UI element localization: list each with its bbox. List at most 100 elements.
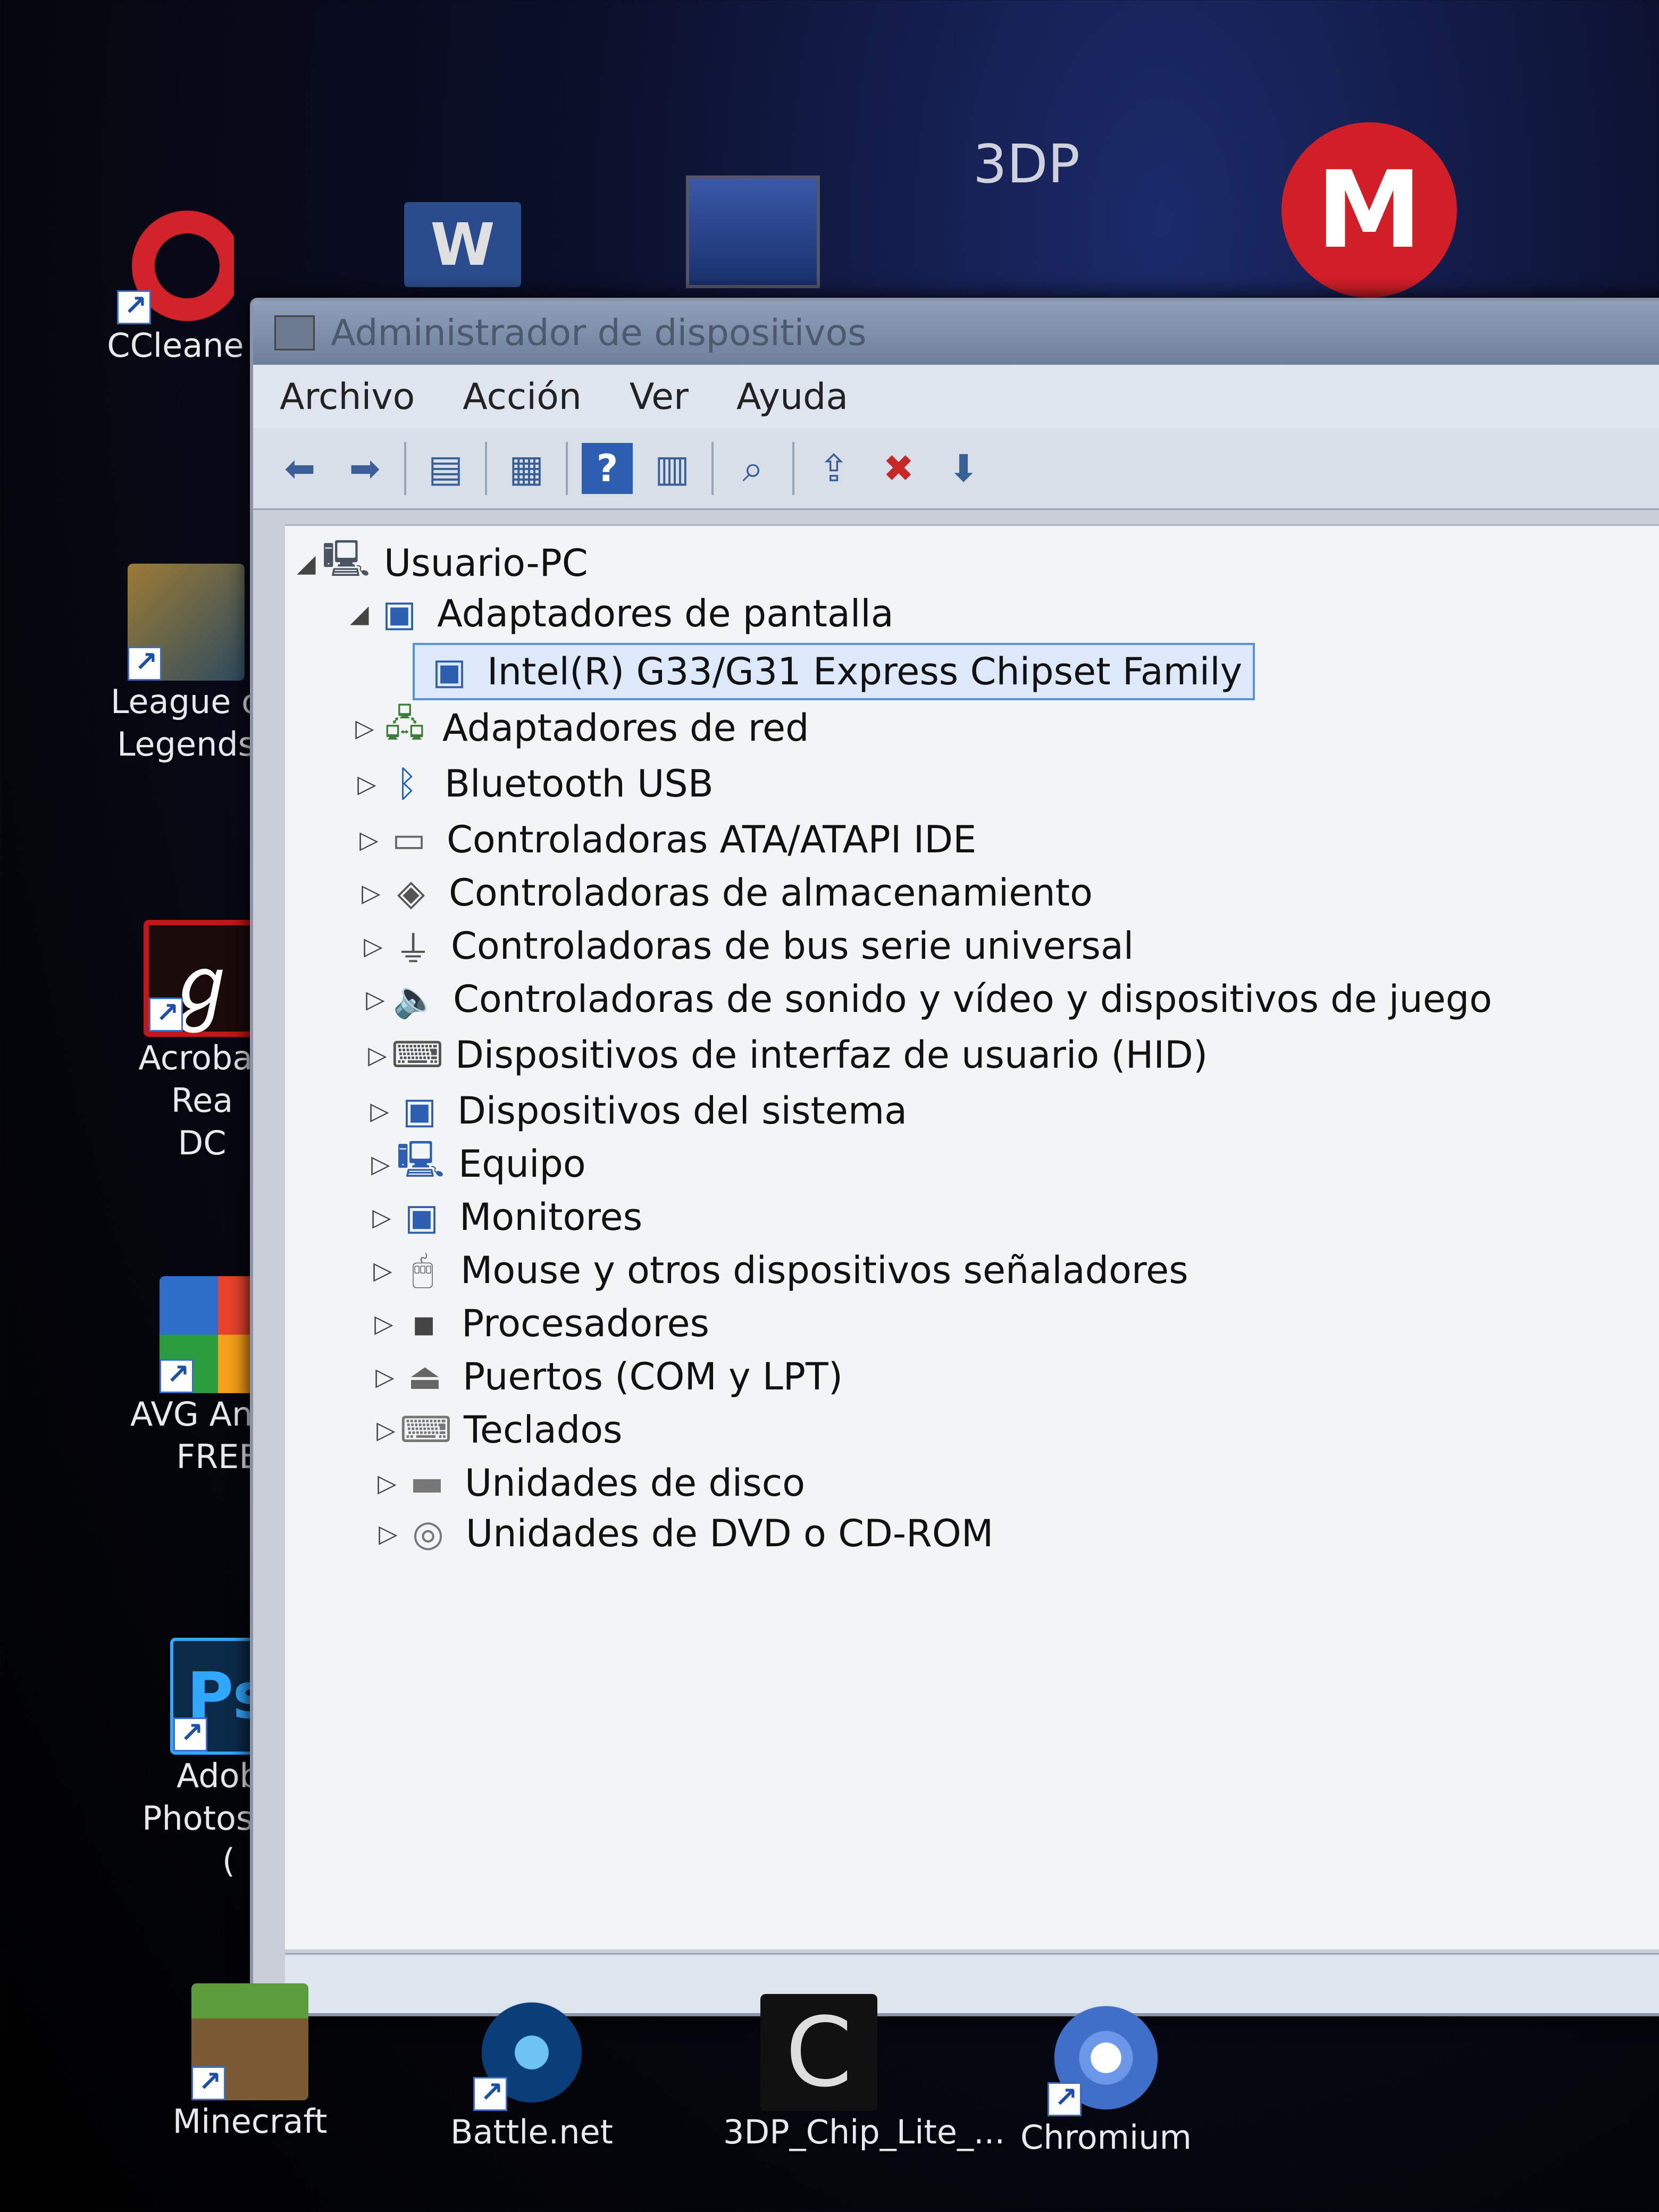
- tree-item-selected[interactable]: ▣ Intel(R) G33/G31 Express Chipset Famil…: [413, 643, 1255, 700]
- tree-item-label: Adaptadores de red: [442, 706, 809, 750]
- tree-item[interactable]: ▷ ▣ Dispositivos del sistema: [364, 1084, 907, 1137]
- device-manager-icon: [274, 315, 315, 350]
- forward-arrow-icon[interactable]: ➡: [339, 443, 390, 494]
- menu-ayuda[interactable]: Ayuda: [736, 376, 848, 418]
- toolbar-separator: [485, 442, 487, 495]
- desktop-icon-minecraft[interactable]: Minecraft: [154, 1983, 346, 2143]
- desktop-icon-battlenet[interactable]: Battle.net: [436, 1994, 627, 2154]
- menu-bar: Archivo Acción Ver Ayuda: [253, 365, 1659, 429]
- tree-item[interactable]: ▷ ⏏ Puertos (COM y LPT): [369, 1350, 843, 1403]
- tree-item-label: Intel(R) G33/G31 Express Chipset Family: [487, 650, 1243, 693]
- title-bar[interactable]: Administrador de dispositivos: [253, 301, 1659, 365]
- tree-item[interactable]: ▷ ▬ Unidades de disco: [371, 1456, 805, 1510]
- tree-item[interactable]: ▷ ⌨ Teclados: [370, 1403, 622, 1456]
- speaker-icon: 🔈: [392, 978, 438, 1020]
- expand-icon[interactable]: ▷: [366, 1203, 398, 1231]
- tree-item[interactable]: ▷ 🖱 Mouse y otros dispositivos señalador…: [367, 1244, 1188, 1297]
- expand-icon[interactable]: ▷: [355, 878, 387, 907]
- desktop-icon-chromium[interactable]: Chromium: [1010, 1999, 1202, 2159]
- tree-item[interactable]: ▷ ᛒ Bluetooth USB: [351, 757, 713, 810]
- 3dp-chip-glyph: C: [785, 1997, 852, 2108]
- desktop-icon-ccleaner[interactable]: CCleane: [80, 207, 271, 367]
- tree-root[interactable]: ◢ 🖳 Usuario-PC: [290, 537, 588, 590]
- threedp-icon[interactable]: 3DP: [973, 133, 1111, 239]
- tree-item[interactable]: ▷ ▣ Monitores: [366, 1191, 642, 1244]
- tree-item-label: Adaptadores de pantalla: [437, 592, 894, 635]
- threedp-text: 3DP: [973, 133, 1080, 195]
- expand-icon[interactable]: ▷: [369, 1362, 401, 1391]
- shortcut-arrow-icon: [160, 1359, 194, 1393]
- expand-icon[interactable]: ▷: [371, 1469, 403, 1497]
- collapse-icon[interactable]: ◢: [290, 549, 322, 577]
- toolbar-separator: [792, 442, 794, 495]
- menu-accion[interactable]: Acción: [463, 376, 582, 418]
- usb-icon: ⏚: [395, 928, 431, 971]
- tree-item-label: Controladoras ATA/ATAPI IDE: [447, 818, 977, 861]
- tree-item[interactable]: ▷ ◈ Controladoras de almacenamiento: [355, 866, 1093, 919]
- expand-icon[interactable]: ▷: [370, 1415, 402, 1444]
- computer-icon[interactable]: [686, 175, 820, 288]
- window-title: Administrador de dispositivos: [331, 312, 867, 354]
- mega-icon[interactable]: M: [1281, 122, 1457, 298]
- tree-item-label: Monitores: [459, 1195, 643, 1239]
- expand-icon[interactable]: ▷: [367, 1256, 399, 1285]
- expand-icon[interactable]: ▷: [353, 825, 385, 854]
- menu-archivo[interactable]: Archivo: [280, 376, 415, 418]
- tree-item[interactable]: ▷ ⏚ Controladoras de bus serie universal: [357, 919, 1134, 973]
- mouse-icon: 🖱: [412, 1249, 434, 1291]
- desktop-icon-label: Chromium: [1020, 2118, 1192, 2157]
- mega-letter: M: [1316, 148, 1422, 272]
- storage-icon: ◈: [397, 872, 425, 914]
- tree-item-label: Controladoras de sonido y vídeo y dispos…: [453, 977, 1493, 1021]
- show-hide-console-tree-icon[interactable]: ▤: [420, 443, 471, 494]
- tree-item[interactable]: ▷ 🖧 Adaptadores de red: [349, 701, 809, 755]
- tree-item[interactable]: ▷ ▭ Controladoras ATA/ATAPI IDE: [353, 813, 976, 866]
- hid-icon: ⌨: [391, 1034, 444, 1076]
- league-icon: [128, 564, 245, 681]
- expand-icon[interactable]: ▷: [372, 1519, 404, 1548]
- disable-device-icon[interactable]: ⬇: [938, 443, 989, 494]
- shortcut-arrow-icon: [117, 290, 151, 324]
- properties-icon[interactable]: ▦: [501, 443, 552, 494]
- chromium-icon: [1048, 1999, 1164, 2116]
- action-pane-icon[interactable]: ▥: [647, 443, 698, 494]
- device-tree[interactable]: ◢ 🖳 Usuario-PC ◢ ▣ Adaptadores de pantal…: [285, 524, 1659, 1949]
- shortcut-arrow-icon: [191, 2066, 225, 2100]
- monitor-icon: ▣: [404, 1196, 439, 1238]
- dvd-drive-icon: ◎: [412, 1512, 444, 1555]
- expand-icon[interactable]: ▷: [359, 985, 391, 1013]
- scan-hardware-icon[interactable]: ⌕: [727, 443, 778, 494]
- bluetooth-icon: ᛒ: [396, 763, 418, 805]
- tree-item-label: Dispositivos de interfaz de usuario (HID…: [455, 1033, 1208, 1077]
- help-icon[interactable]: ?: [582, 443, 633, 494]
- shortcut-arrow-icon: [173, 1717, 207, 1752]
- expand-icon[interactable]: ▷: [349, 714, 381, 742]
- expand-icon[interactable]: ▷: [365, 1150, 397, 1178]
- ccleaner-icon: [117, 207, 234, 324]
- tree-item[interactable]: ▷ 🖳 Equipo: [365, 1137, 585, 1191]
- tree-item[interactable]: ▷ ◎ Unidades de DVD o CD-ROM: [372, 1507, 993, 1560]
- system-device-icon: ▣: [402, 1090, 437, 1132]
- word-icon[interactable]: W: [404, 202, 521, 287]
- menu-ver[interactable]: Ver: [630, 376, 689, 418]
- desktop-icon-3dp-chip[interactable]: C 3DP_Chip_Lite_...: [723, 1994, 1005, 2154]
- tree-item[interactable]: ▷ ⌨ Dispositivos de interfaz de usuario …: [362, 1028, 1208, 1082]
- expand-icon[interactable]: ▷: [351, 769, 383, 798]
- word-letter: W: [430, 211, 495, 279]
- expand-icon[interactable]: ▷: [368, 1309, 400, 1338]
- tree-item[interactable]: ◢ ▣ Adaptadores de pantalla: [343, 587, 894, 640]
- device-manager-window: Administrador de dispositivos Archivo Ac…: [250, 298, 1659, 2016]
- uninstall-device-icon[interactable]: ✖: [873, 443, 924, 494]
- shortcut-arrow-icon: [1048, 2082, 1082, 2116]
- back-arrow-icon[interactable]: ⬅: [274, 443, 325, 494]
- ide-controller-icon: ▭: [391, 818, 426, 861]
- expand-icon[interactable]: ▷: [362, 1041, 393, 1069]
- shortcut-arrow-icon: [149, 997, 183, 1032]
- tree-item[interactable]: ▷ ▪ Procesadores: [368, 1297, 709, 1350]
- expand-icon[interactable]: ▷: [364, 1096, 396, 1125]
- desktop-icon-label: Minecraft: [172, 2102, 328, 2141]
- expand-icon[interactable]: ▷: [357, 932, 389, 960]
- tree-item[interactable]: ▷ 🔈 Controladoras de sonido y vídeo y di…: [359, 973, 1492, 1026]
- update-driver-icon[interactable]: ⇪: [808, 443, 859, 494]
- collapse-icon[interactable]: ◢: [343, 599, 375, 628]
